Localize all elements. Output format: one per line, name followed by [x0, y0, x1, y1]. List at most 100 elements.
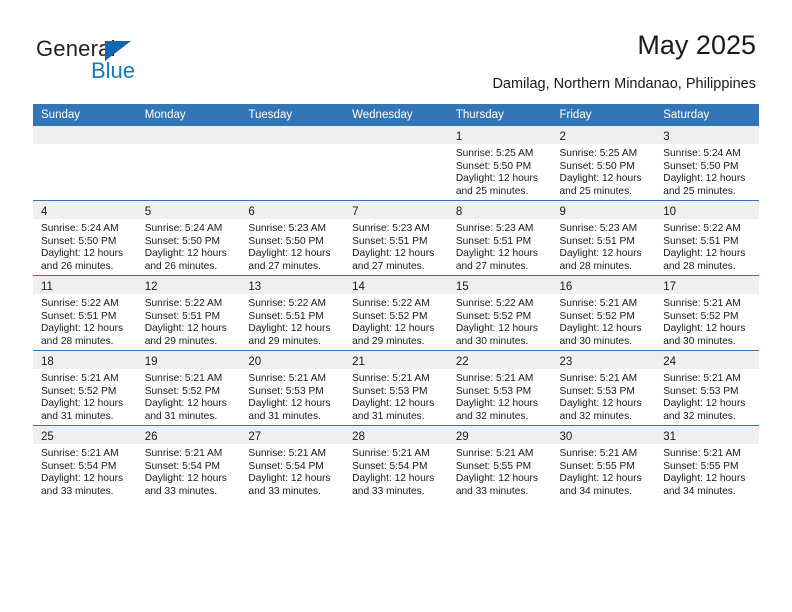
calendar-day-cell[interactable]: 12 Sunrise: 5:22 AM Sunset: 5:51 PM Dayligh… — [136, 275, 241, 351]
day-details: Sunrise: 5:23 AM Sunset: 5:51 PM Daylight:… — [552, 219, 656, 273]
day-details: Sunrise: 5:23 AM Sunset: 5:50 PM Daylight:… — [240, 219, 344, 273]
calendar-body: 1 Sunrise: 5:25 AM Sunset: 5:50 PM Daylight… — [33, 126, 759, 500]
daylight-text: Daylight: 12 hours and 33 minutes. — [41, 473, 124, 497]
day-number-band: 1 — [447, 126, 552, 144]
day-box: 29 Sunrise: 5:21 AM Sunset: 5:55 PM Dayligh… — [447, 426, 552, 500]
day-details: Sunrise: 5:22 AM Sunset: 5:51 PM Daylight:… — [137, 294, 241, 348]
day-number-band: 27 — [240, 426, 345, 444]
sunset-text: Sunset: 5:53 PM — [248, 385, 324, 397]
calendar-day-cell[interactable]: 9 Sunrise: 5:23 AM Sunset: 5:51 PM Daylight… — [551, 200, 656, 276]
calendar-day-cell[interactable]: 5 Sunrise: 5:24 AM Sunset: 5:50 PM Daylight… — [136, 200, 241, 276]
calendar-day-cell[interactable]: 1 Sunrise: 5:25 AM Sunset: 5:50 PM Daylight… — [447, 126, 552, 201]
daylight-text: Daylight: 12 hours and 28 minutes. — [663, 248, 746, 272]
day-number-band: 31 — [655, 426, 759, 444]
day-details: Sunrise: 5:21 AM Sunset: 5:52 PM Daylight:… — [552, 294, 656, 348]
calendar-day-cell[interactable]: 30 Sunrise: 5:21 AM Sunset: 5:55 PM Dayligh… — [551, 425, 656, 500]
day-box: 31 Sunrise: 5:21 AM Sunset: 5:55 PM Dayligh… — [655, 426, 759, 500]
day-number: 1 — [455, 131, 463, 143]
daylight-text: Daylight: 12 hours and 29 minutes. — [144, 323, 227, 347]
daylight-text: Daylight: 12 hours and 30 minutes. — [559, 323, 642, 347]
calendar-day-cell[interactable]: 29 Sunrise: 5:21 AM Sunset: 5:55 PM Dayligh… — [447, 425, 552, 500]
day-box: 10 Sunrise: 5:22 AM Sunset: 5:51 PM Dayligh… — [655, 201, 759, 275]
sunrise-text: Sunrise: 5:21 AM — [663, 298, 741, 309]
day-box: 2 Sunrise: 5:25 AM Sunset: 5:50 PM Daylight… — [551, 126, 656, 200]
calendar-day-cell[interactable]: 28 Sunrise: 5:21 AM Sunset: 5:54 PM Dayligh… — [344, 425, 448, 500]
calendar-day-cell[interactable]: 10 Sunrise: 5:22 AM Sunset: 5:51 PM Dayligh… — [655, 200, 759, 276]
sunset-text: Sunset: 5:53 PM — [455, 385, 532, 397]
sunrise-text: Sunrise: 5:21 AM — [144, 448, 223, 459]
day-box: 24 Sunrise: 5:21 AM Sunset: 5:53 PM Dayligh… — [655, 351, 759, 425]
calendar-grid: Sunday Monday Tuesday Wednesday Thursday… — [33, 104, 759, 500]
sunset-text: Sunset: 5:50 PM — [455, 160, 532, 172]
sunset-text: Sunset: 5:53 PM — [559, 385, 635, 397]
day-number: 21 — [352, 356, 365, 368]
sunrise-text: Sunrise: 5:24 AM — [41, 223, 119, 234]
calendar-day-cell-empty — [33, 126, 137, 201]
calendar-page: General Blue May 2025 Damilag, Northern … — [0, 0, 792, 612]
day-number: 11 — [41, 281, 53, 293]
calendar-day-cell[interactable]: 18 Sunrise: 5:21 AM Sunset: 5:52 PM Dayligh… — [33, 350, 137, 426]
sunrise-text: Sunrise: 5:22 AM — [663, 223, 741, 234]
calendar-day-cell[interactable]: 2 Sunrise: 5:25 AM Sunset: 5:50 PM Daylight… — [551, 126, 656, 201]
daylight-text: Daylight: 12 hours and 30 minutes. — [455, 323, 538, 347]
sunset-text: Sunset: 5:50 PM — [559, 160, 635, 172]
day-box: 18 Sunrise: 5:21 AM Sunset: 5:52 PM Dayligh… — [33, 351, 137, 425]
sunrise-text: Sunrise: 5:23 AM — [559, 223, 638, 234]
calendar-day-cell[interactable]: 3 Sunrise: 5:24 AM Sunset: 5:50 PM Daylight… — [655, 126, 759, 201]
calendar-day-cell[interactable]: 23 Sunrise: 5:21 AM Sunset: 5:53 PM Dayligh… — [551, 350, 656, 426]
calendar-day-cell[interactable]: 21 Sunrise: 5:21 AM Sunset: 5:53 PM Dayligh… — [344, 350, 448, 426]
page-header: General Blue May 2025 Damilag, Northern … — [0, 0, 792, 104]
sunrise-text: Sunrise: 5:22 AM — [352, 298, 430, 309]
day-number-band: 26 — [136, 426, 241, 444]
weekday-header-thursday: Thursday — [447, 104, 552, 126]
day-number: 4 — [41, 206, 48, 218]
day-details: Sunrise: 5:21 AM Sunset: 5:54 PM Daylight:… — [33, 444, 137, 498]
calendar-week-row: 18 Sunrise: 5:21 AM Sunset: 5:52 PM Dayligh… — [33, 350, 759, 426]
calendar-day-cell[interactable]: 20 Sunrise: 5:21 AM Sunset: 5:53 PM Dayligh… — [240, 350, 345, 426]
day-details: Sunrise: 5:21 AM Sunset: 5:53 PM Daylight:… — [655, 369, 759, 423]
calendar-header-row: Sunday Monday Tuesday Wednesday Thursday… — [33, 104, 759, 126]
day-number-band: 25 — [33, 426, 137, 444]
calendar-day-cell[interactable]: 6 Sunrise: 5:23 AM Sunset: 5:50 PM Daylight… — [240, 200, 345, 276]
calendar-day-cell[interactable]: 14 Sunrise: 5:22 AM Sunset: 5:52 PM Dayligh… — [344, 275, 448, 351]
day-box — [136, 126, 241, 200]
day-number-band: 15 — [447, 276, 552, 294]
daylight-text: Daylight: 12 hours and 34 minutes. — [663, 473, 746, 497]
calendar-day-cell[interactable]: 25 Sunrise: 5:21 AM Sunset: 5:54 PM Dayligh… — [33, 425, 137, 500]
sunrise-text: Sunrise: 5:22 AM — [455, 298, 534, 309]
day-box — [344, 126, 448, 200]
calendar-day-cell[interactable]: 24 Sunrise: 5:21 AM Sunset: 5:53 PM Dayligh… — [655, 350, 759, 426]
general-blue-logo[interactable]: General Blue — [36, 36, 236, 84]
sunset-text: Sunset: 5:54 PM — [248, 460, 324, 472]
calendar-day-cell[interactable]: 31 Sunrise: 5:21 AM Sunset: 5:55 PM Dayligh… — [655, 425, 759, 500]
sunrise-text: Sunrise: 5:21 AM — [352, 373, 430, 384]
day-number: 24 — [663, 356, 677, 368]
day-box: 15 Sunrise: 5:22 AM Sunset: 5:52 PM Dayligh… — [447, 276, 552, 350]
daylight-text: Daylight: 12 hours and 31 minutes. — [41, 398, 124, 422]
day-number: 12 — [144, 281, 158, 293]
calendar-day-cell[interactable]: 19 Sunrise: 5:21 AM Sunset: 5:52 PM Dayligh… — [136, 350, 241, 426]
calendar-day-cell[interactable]: 4 Sunrise: 5:24 AM Sunset: 5:50 PM Daylight… — [33, 200, 137, 276]
sunrise-text: Sunrise: 5:22 AM — [248, 298, 326, 309]
day-details: Sunrise: 5:21 AM Sunset: 5:55 PM Daylight:… — [552, 444, 656, 498]
calendar-day-cell[interactable]: 15 Sunrise: 5:22 AM Sunset: 5:52 PM Dayligh… — [447, 275, 552, 351]
day-number: 3 — [663, 131, 670, 143]
day-details: Sunrise: 5:22 AM Sunset: 5:51 PM Daylight:… — [655, 219, 759, 273]
calendar-day-cell[interactable]: 7 Sunrise: 5:23 AM Sunset: 5:51 PM Daylight… — [344, 200, 448, 276]
day-number: 5 — [144, 206, 152, 218]
day-number: 30 — [559, 431, 573, 443]
calendar-day-cell[interactable]: 16 Sunrise: 5:21 AM Sunset: 5:52 PM Dayligh… — [551, 275, 656, 351]
calendar-day-cell[interactable]: 26 Sunrise: 5:21 AM Sunset: 5:54 PM Dayligh… — [136, 425, 241, 500]
day-details: Sunrise: 5:21 AM Sunset: 5:52 PM Daylight:… — [655, 294, 759, 348]
calendar-day-cell[interactable]: 27 Sunrise: 5:21 AM Sunset: 5:54 PM Dayligh… — [240, 425, 345, 500]
calendar-day-cell[interactable]: 17 Sunrise: 5:21 AM Sunset: 5:52 PM Dayligh… — [655, 275, 759, 351]
calendar-week-row: 1 Sunrise: 5:25 AM Sunset: 5:50 PM Daylight… — [33, 126, 759, 201]
calendar-day-cell[interactable]: 11 Sunrise: 5:22 AM Sunset: 5:51 PM Dayligh… — [33, 275, 137, 351]
day-details: Sunrise: 5:21 AM Sunset: 5:53 PM Daylight:… — [448, 369, 552, 423]
calendar-day-cell[interactable]: 22 Sunrise: 5:21 AM Sunset: 5:53 PM Dayligh… — [447, 350, 552, 426]
calendar-day-cell[interactable]: 13 Sunrise: 5:22 AM Sunset: 5:51 PM Dayligh… — [240, 275, 345, 351]
daylight-text: Daylight: 12 hours and 28 minutes. — [559, 248, 642, 272]
calendar-day-cell[interactable]: 8 Sunrise: 5:23 AM Sunset: 5:51 PM Daylight… — [447, 200, 552, 276]
day-details: Sunrise: 5:24 AM Sunset: 5:50 PM Daylight:… — [655, 144, 759, 198]
day-details: Sunrise: 5:21 AM Sunset: 5:52 PM Daylight:… — [137, 369, 241, 423]
